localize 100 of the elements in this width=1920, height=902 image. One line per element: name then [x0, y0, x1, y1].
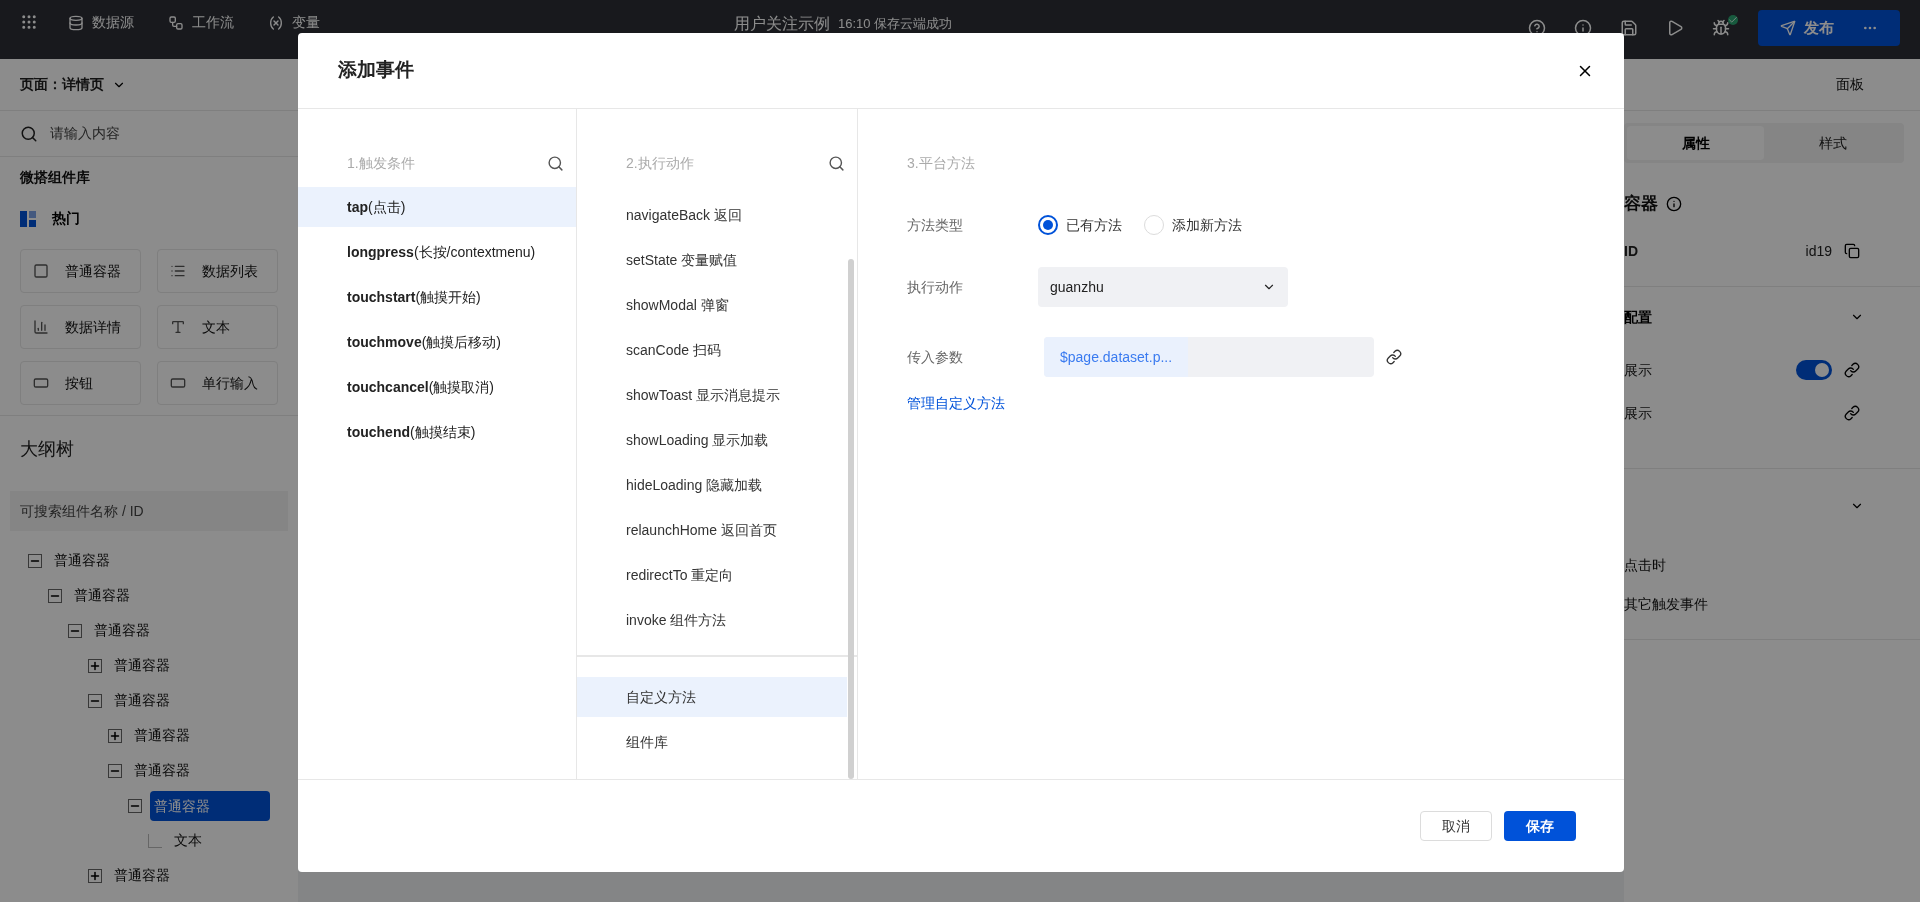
collapse-icon[interactable]: [128, 798, 142, 813]
link-icon[interactable]: [1844, 405, 1860, 421]
search-icon[interactable]: [547, 154, 564, 172]
bug-icon[interactable]: [1712, 19, 1730, 37]
event-label: 点击时: [1624, 555, 1667, 575]
action-item[interactable]: showLoading 显示加载: [577, 420, 847, 460]
category-label: 热门: [52, 209, 80, 228]
property-label: 展示: [1624, 360, 1652, 380]
action-item[interactable]: setState 变量赋值: [577, 240, 847, 280]
component-card[interactable]: 单行输入: [157, 361, 278, 405]
trigger-item[interactable]: tap(点击): [298, 187, 576, 227]
tree-item[interactable]: 文本: [170, 830, 206, 851]
action-item[interactable]: invoke 组件方法: [577, 600, 847, 640]
outline-title: 大纲树: [20, 438, 75, 461]
tree-item[interactable]: 普通容器: [130, 760, 194, 781]
column-heading: 3.平台方法: [907, 153, 975, 173]
trigger-item[interactable]: touchcancel(触摸取消): [298, 367, 576, 407]
component-name: 容器: [1624, 193, 1658, 215]
action-item[interactable]: navigateBack 返回: [577, 195, 847, 235]
component-card[interactable]: 文本: [157, 305, 278, 349]
app-menu-icon[interactable]: [20, 13, 38, 31]
search-field[interactable]: 请输入内容: [0, 111, 298, 157]
expand-icon[interactable]: [88, 868, 102, 883]
tree-item[interactable]: 普通容器: [150, 790, 270, 821]
field-label: 方法类型: [907, 215, 964, 235]
expand-icon[interactable]: [108, 728, 122, 743]
save-button[interactable]: 保存: [1504, 811, 1576, 841]
trigger-item[interactable]: touchstart(触摸开始): [298, 277, 576, 317]
library-title: 微搭组件库: [19, 168, 91, 187]
link-icon[interactable]: [1844, 362, 1860, 378]
tree-item[interactable]: 普通容器: [50, 550, 114, 571]
trigger-item[interactable]: touchend(触摸结束): [298, 412, 576, 452]
database-icon: [68, 14, 84, 31]
manage-methods-link[interactable]: 管理自定义方法: [907, 395, 1005, 411]
tree-item[interactable]: 普通容器: [110, 655, 174, 676]
save-icon[interactable]: [1620, 19, 1638, 37]
cancel-button[interactable]: 取消: [1420, 811, 1492, 841]
component-card[interactable]: 数据列表: [157, 249, 278, 293]
tree-item[interactable]: 普通容器: [110, 865, 174, 886]
category-icon: [20, 210, 36, 227]
action-category[interactable]: 自定义方法: [577, 677, 847, 717]
check-badge-icon: [1728, 15, 1738, 25]
panel-tab[interactable]: 样式: [1764, 126, 1901, 160]
collapse-icon[interactable]: [28, 553, 42, 568]
nav-tab[interactable]: 工作流: [168, 12, 234, 33]
action-item[interactable]: showToast 显示消息提示: [577, 375, 847, 415]
component-card[interactable]: 数据详情: [20, 305, 141, 349]
action-item[interactable]: redirectTo 重定向: [577, 555, 847, 595]
chart-icon: [33, 319, 49, 335]
input-icon: [170, 375, 186, 391]
tree-item[interactable]: 普通容器: [130, 725, 194, 746]
action-item[interactable]: relaunchHome 返回首页: [577, 510, 847, 550]
dialog-title: 添加事件: [338, 58, 414, 83]
outline-search-field[interactable]: 可搜索组件名称 / ID: [10, 491, 288, 531]
collapse-icon[interactable]: [68, 623, 82, 638]
info-icon[interactable]: [1666, 195, 1682, 212]
toggle-switch[interactable]: [1796, 360, 1832, 380]
property-label: 展示: [1624, 403, 1652, 423]
list-icon: [170, 263, 186, 279]
action-item[interactable]: hideLoading 隐藏加载: [577, 465, 847, 505]
search-input[interactable]: 请输入内容: [50, 123, 250, 144]
param-tag: $page.dataset.p...: [1044, 337, 1189, 377]
column-heading: 1.触发条件: [347, 153, 415, 173]
action-item[interactable]: showModal 弹窗: [577, 285, 847, 325]
collapse-icon[interactable]: [88, 693, 102, 708]
search-icon: [20, 124, 38, 143]
radio-option[interactable]: 已有方法: [1038, 214, 1122, 236]
panel-title: 面板: [1836, 75, 1864, 94]
publish-button[interactable]: 发布: [1758, 10, 1900, 46]
trigger-item[interactable]: longpress(长按/contextmenu): [298, 232, 576, 272]
app-title: 用户关注示例: [734, 14, 830, 34]
link-icon[interactable]: [1386, 349, 1402, 365]
search-icon[interactable]: [828, 154, 845, 172]
component-card[interactable]: 按钮: [20, 361, 141, 405]
variable-icon: [268, 14, 284, 31]
button-icon: [33, 375, 49, 391]
collapse-icon[interactable]: [48, 588, 62, 603]
params-field[interactable]: $page.dataset.p...: [1044, 337, 1374, 377]
panel-tab[interactable]: 属性: [1627, 126, 1764, 160]
field-label: 执行动作: [907, 277, 964, 297]
action-category[interactable]: 组件库: [577, 722, 847, 762]
radio-option[interactable]: 添加新方法: [1144, 214, 1242, 236]
tree-item[interactable]: 普通容器: [110, 690, 174, 711]
nav-tab[interactable]: 数据源: [68, 12, 134, 33]
tree-item[interactable]: 普通容器: [90, 620, 154, 641]
scrollbar[interactable]: [848, 259, 854, 779]
copy-icon[interactable]: [1844, 243, 1860, 259]
expand-icon[interactable]: [88, 658, 102, 673]
collapse-icon[interactable]: [108, 763, 122, 778]
play-icon[interactable]: [1666, 19, 1684, 37]
tree-connector-icon: [148, 833, 162, 848]
component-card[interactable]: 普通容器: [20, 249, 141, 293]
trigger-item[interactable]: touchmove(触摸后移动): [298, 322, 576, 362]
action-item[interactable]: scanCode 扫码: [577, 330, 847, 370]
nav-tab[interactable]: 变量: [268, 12, 320, 33]
tree-item[interactable]: 普通容器: [70, 585, 134, 606]
radio-icon[interactable]: [1038, 215, 1058, 235]
flow-icon: [168, 14, 184, 31]
page-selector[interactable]: 页面：详情页: [20, 74, 104, 95]
action-select[interactable]: guanzhu: [1038, 267, 1288, 307]
